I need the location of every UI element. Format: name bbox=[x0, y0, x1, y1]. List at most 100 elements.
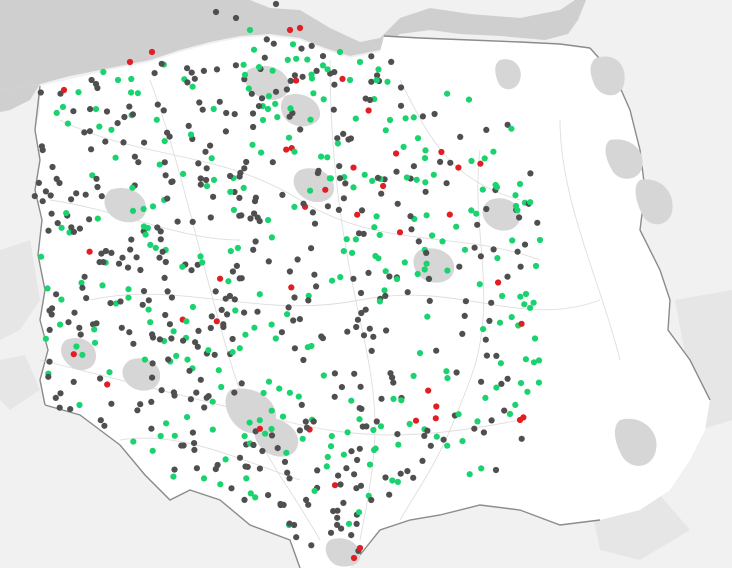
station-marker[interactable] bbox=[492, 466, 500, 474]
station-marker[interactable] bbox=[203, 183, 211, 190]
station-marker[interactable] bbox=[509, 237, 516, 244]
station-marker[interactable] bbox=[421, 432, 428, 439]
station-marker[interactable] bbox=[419, 457, 426, 464]
station-marker[interactable] bbox=[488, 417, 495, 424]
station-marker[interactable] bbox=[501, 407, 508, 414]
station-marker[interactable] bbox=[217, 275, 224, 282]
station-marker[interactable] bbox=[320, 96, 327, 103]
station-marker[interactable] bbox=[294, 256, 301, 263]
station-marker[interactable] bbox=[207, 142, 214, 149]
station-marker[interactable] bbox=[299, 73, 306, 80]
station-marker[interactable] bbox=[249, 141, 256, 148]
station-marker[interactable] bbox=[394, 431, 401, 438]
station-marker[interactable] bbox=[422, 188, 429, 195]
station-marker[interactable] bbox=[243, 475, 250, 482]
station-marker[interactable] bbox=[203, 165, 210, 172]
station-marker[interactable] bbox=[189, 429, 196, 436]
station-marker[interactable] bbox=[265, 217, 272, 224]
station-marker[interactable] bbox=[340, 130, 347, 137]
station-marker[interactable] bbox=[410, 163, 417, 170]
station-marker[interactable] bbox=[187, 396, 194, 403]
station-marker[interactable] bbox=[231, 296, 238, 303]
station-marker[interactable] bbox=[254, 308, 261, 315]
station-marker[interactable] bbox=[337, 481, 344, 488]
station-marker[interactable] bbox=[429, 232, 436, 239]
station-marker[interactable] bbox=[384, 78, 391, 85]
station-marker[interactable] bbox=[383, 327, 390, 334]
station-marker[interactable] bbox=[137, 401, 144, 408]
station-marker[interactable] bbox=[212, 288, 219, 295]
station-marker[interactable] bbox=[291, 294, 298, 301]
station-marker[interactable] bbox=[148, 398, 155, 405]
station-marker[interactable] bbox=[119, 254, 126, 261]
station-marker[interactable] bbox=[195, 327, 202, 334]
station-marker[interactable] bbox=[340, 195, 347, 202]
station-marker[interactable] bbox=[335, 206, 342, 213]
station-marker[interactable] bbox=[412, 417, 420, 424]
station-marker[interactable] bbox=[336, 48, 344, 56]
station-marker[interactable] bbox=[382, 127, 389, 134]
station-marker[interactable] bbox=[223, 109, 230, 117]
station-marker[interactable] bbox=[46, 358, 53, 365]
station-marker[interactable] bbox=[265, 258, 272, 265]
station-marker[interactable] bbox=[79, 351, 86, 358]
station-marker[interactable] bbox=[91, 339, 99, 346]
station-marker[interactable] bbox=[212, 466, 219, 473]
station-marker[interactable] bbox=[149, 447, 156, 454]
station-marker[interactable] bbox=[212, 8, 220, 16]
station-marker[interactable] bbox=[439, 238, 446, 245]
station-marker[interactable] bbox=[291, 72, 298, 79]
station-marker[interactable] bbox=[324, 66, 331, 73]
station-marker[interactable] bbox=[369, 177, 376, 184]
station-marker[interactable] bbox=[152, 244, 159, 251]
station-marker[interactable] bbox=[521, 301, 528, 308]
station-marker[interactable] bbox=[187, 131, 195, 138]
station-marker[interactable] bbox=[284, 311, 291, 318]
station-marker[interactable] bbox=[100, 68, 107, 76]
station-marker[interactable] bbox=[126, 103, 133, 110]
station-marker[interactable] bbox=[149, 331, 156, 338]
station-marker[interactable] bbox=[490, 148, 497, 155]
station-marker[interactable] bbox=[305, 501, 312, 508]
station-marker[interactable] bbox=[426, 297, 433, 304]
station-marker[interactable] bbox=[403, 174, 410, 181]
station-marker[interactable] bbox=[68, 196, 75, 203]
station-marker[interactable] bbox=[162, 172, 169, 179]
station-marker[interactable] bbox=[527, 199, 534, 206]
station-marker[interactable] bbox=[297, 126, 304, 133]
station-marker[interactable] bbox=[370, 426, 377, 434]
station-marker[interactable] bbox=[274, 114, 281, 121]
station-marker[interactable] bbox=[250, 123, 257, 131]
station-marker[interactable] bbox=[365, 269, 372, 276]
station-marker[interactable] bbox=[459, 330, 466, 337]
station-marker[interactable] bbox=[189, 218, 196, 225]
station-marker[interactable] bbox=[49, 163, 56, 171]
station-marker[interactable] bbox=[42, 335, 50, 342]
station-marker[interactable] bbox=[314, 467, 321, 474]
station-marker[interactable] bbox=[415, 238, 422, 245]
station-marker[interactable] bbox=[457, 133, 464, 140]
station-marker[interactable] bbox=[440, 436, 447, 443]
station-marker[interactable] bbox=[141, 356, 148, 363]
station-marker[interactable] bbox=[76, 225, 83, 232]
station-marker[interactable] bbox=[286, 268, 293, 275]
station-marker[interactable] bbox=[326, 175, 333, 182]
station-marker[interactable] bbox=[115, 260, 123, 267]
station-marker[interactable] bbox=[246, 419, 253, 426]
station-marker[interactable] bbox=[210, 105, 217, 113]
station-marker[interactable] bbox=[483, 126, 490, 133]
station-marker[interactable] bbox=[331, 69, 338, 76]
station-marker[interactable] bbox=[108, 400, 115, 407]
station-marker[interactable] bbox=[437, 158, 444, 165]
station-marker[interactable] bbox=[308, 342, 315, 350]
station-marker[interactable] bbox=[87, 106, 94, 113]
station-marker[interactable] bbox=[432, 415, 439, 422]
station-marker[interactable] bbox=[211, 351, 218, 358]
station-marker[interactable] bbox=[299, 435, 306, 442]
station-marker[interactable] bbox=[438, 148, 445, 156]
station-marker[interactable] bbox=[375, 255, 382, 262]
station-marker[interactable] bbox=[371, 446, 378, 454]
station-marker[interactable] bbox=[81, 129, 88, 136]
station-marker[interactable] bbox=[340, 499, 347, 506]
station-marker[interactable] bbox=[401, 259, 408, 266]
